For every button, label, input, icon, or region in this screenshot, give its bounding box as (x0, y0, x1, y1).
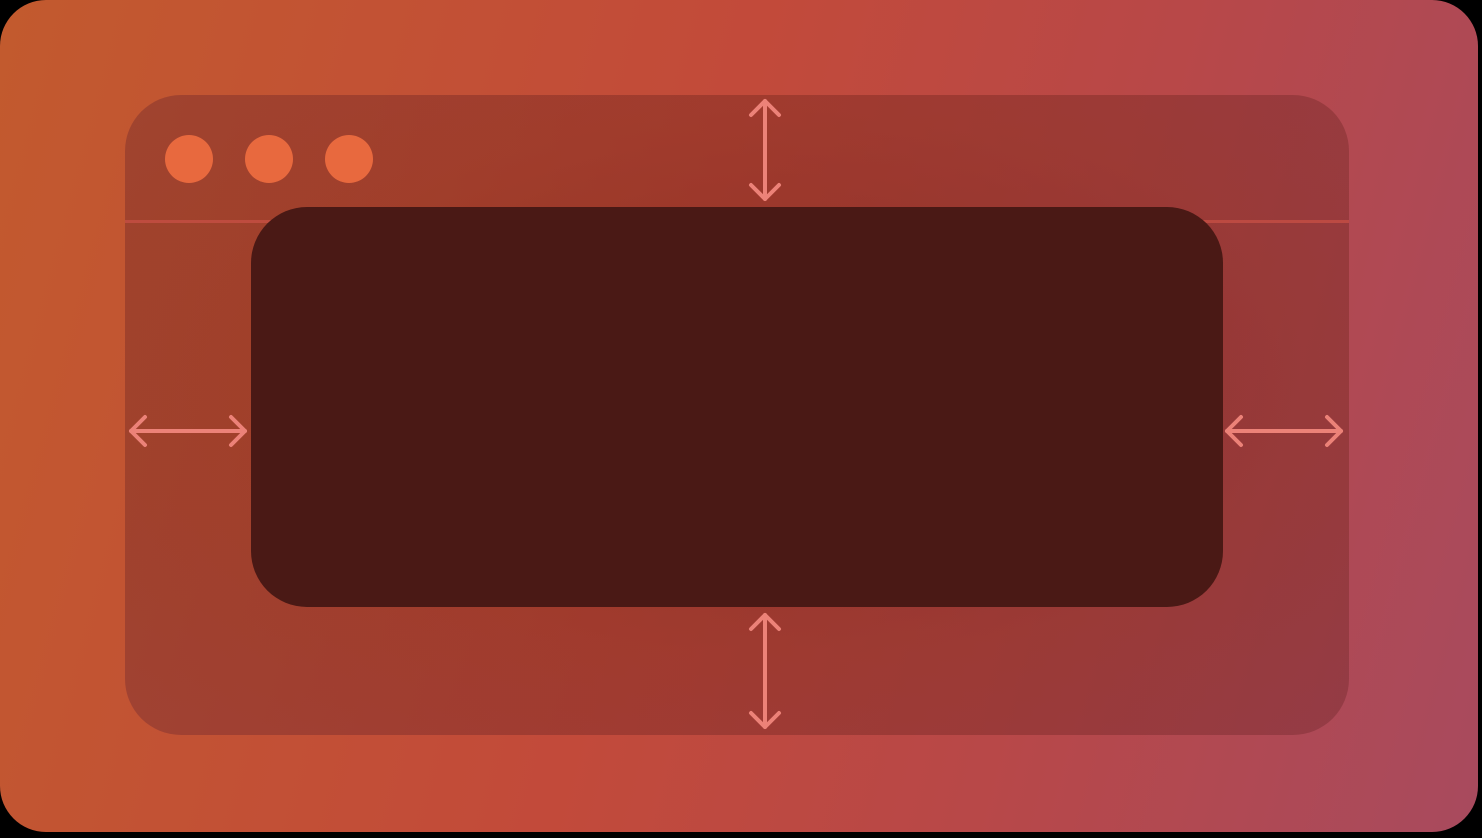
background-canvas (0, 0, 1478, 832)
bottom-resize-arrow-icon (749, 613, 781, 729)
close-button[interactable] (165, 135, 213, 183)
content-area (251, 207, 1223, 607)
left-resize-arrow-icon (129, 415, 247, 447)
minimize-button[interactable] (245, 135, 293, 183)
zoom-button[interactable] (325, 135, 373, 183)
right-resize-arrow-icon (1225, 415, 1343, 447)
top-resize-arrow-icon (749, 99, 781, 201)
